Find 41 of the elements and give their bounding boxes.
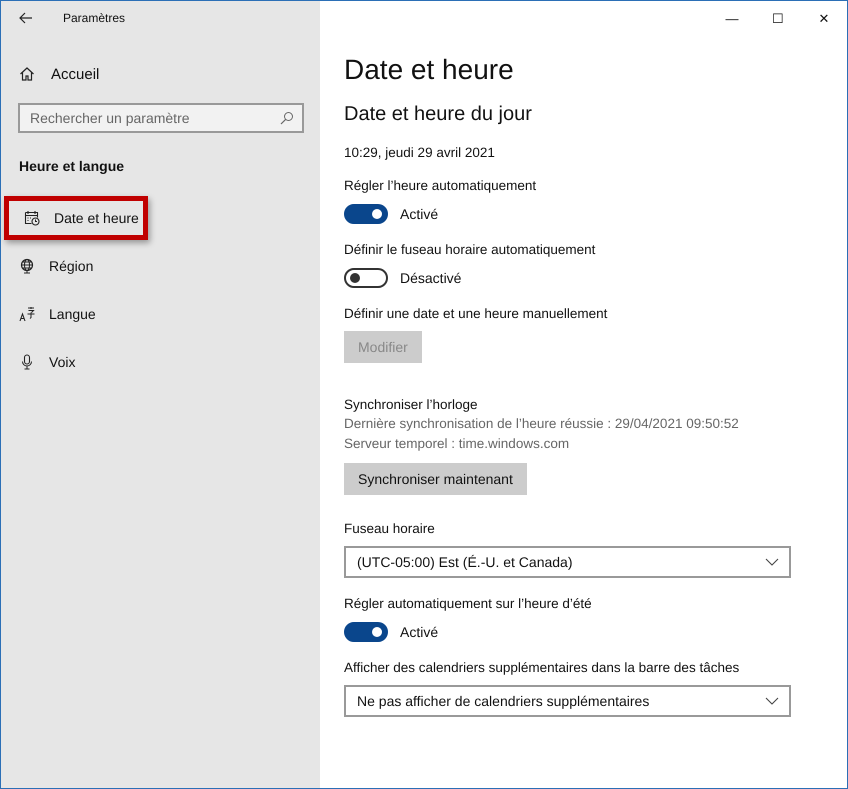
- toggle-state: Désactivé: [400, 270, 462, 286]
- globe-icon: [19, 258, 35, 274]
- toggle-state: Activé: [400, 624, 438, 640]
- close-button[interactable]: ✕: [801, 1, 847, 35]
- nav-item[interactable]: Région: [1, 242, 320, 290]
- toggle-switch[interactable]: [344, 622, 388, 642]
- search-icon: [280, 111, 294, 125]
- window-title: Paramètres: [63, 11, 126, 25]
- setting-label: Fuseau horaire: [344, 520, 436, 538]
- home-link[interactable]: Accueil: [17, 57, 104, 91]
- nav-item[interactable]: Langue: [1, 290, 320, 338]
- chevron-down-icon: [765, 558, 779, 566]
- calendar-clock-icon: [24, 210, 40, 226]
- toggle-state: Activé: [400, 206, 438, 222]
- setting-label: Régler l’heure automatiquement: [344, 177, 538, 196]
- toggle-switch[interactable]: [344, 204, 388, 224]
- sync-button[interactable]: Synchroniser maintenant: [344, 463, 527, 496]
- home-icon: [19, 66, 35, 82]
- nav-item[interactable]: Date et heure: [4, 196, 148, 240]
- section-heading: Heure et langue: [19, 158, 126, 174]
- dropdown[interactable]: Ne pas afficher de calendriers supplémentaires: [344, 685, 791, 718]
- sync-info: Dernière synchronisation de l’heure réussie : 29/04/2021 09:50:52: [344, 415, 740, 434]
- setting-label: Afficher des calendriers supplémentaires dans la barre des tâches: [344, 659, 740, 678]
- setting-label: Définir une date et une heure manuellement: [344, 305, 608, 324]
- back-icon[interactable]: [19, 12, 33, 24]
- current-date-time: 10:29, jeudi 29 avril 2021: [344, 145, 496, 160]
- microphone-icon: [19, 354, 35, 370]
- search-field[interactable]: Rechercher un paramètre: [18, 103, 304, 133]
- maximize-button[interactable]: ☐: [755, 1, 801, 35]
- toggle-switch[interactable]: [344, 268, 388, 288]
- language-icon: [19, 306, 35, 322]
- sync-info: Serveur temporel : time.windows.com: [344, 435, 570, 454]
- dropdown[interactable]: (UTC-05:00) Est (É.-U. et Canada): [344, 546, 791, 578]
- section-title: Date et heure du jour: [344, 102, 533, 128]
- setting-label: Définir le fuseau horaire automatiquement: [344, 241, 596, 260]
- nav-item[interactable]: Voix: [1, 338, 320, 386]
- chevron-down-icon: [765, 697, 779, 706]
- setting-label: Régler automatiquement sur l’heure d’été: [344, 595, 593, 614]
- page-title: Date et heure: [344, 53, 515, 87]
- setting-label: Synchroniser l’horloge: [344, 396, 479, 414]
- minimize-button[interactable]: —: [709, 1, 755, 35]
